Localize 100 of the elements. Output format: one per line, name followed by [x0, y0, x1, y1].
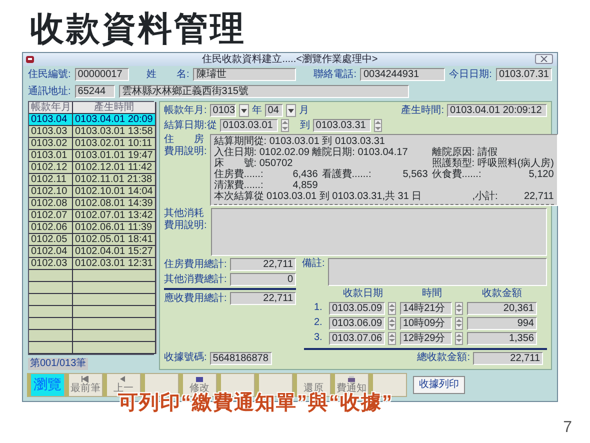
text-field[interactable]: 0034244931 [360, 68, 446, 81]
spinner-button[interactable] [388, 302, 396, 314]
record-list[interactable] [28, 101, 154, 355]
list-row[interactable]: 0102.04 0102.04.01 15:27 [29, 246, 156, 258]
text-field[interactable]: 陳璿世 [193, 68, 296, 81]
dropdown-button[interactable] [286, 104, 296, 117]
down-arrow-icon [282, 126, 288, 130]
amount-field[interactable]: 22,711 [473, 352, 543, 364]
table-cell: 0102.06.01 11:39 [73, 222, 156, 233]
amount-field[interactable]: 20,361 [467, 302, 537, 314]
dropdown-button[interactable] [238, 104, 249, 117]
field-label: 今日日期: [449, 68, 492, 80]
year-field[interactable]: 0103 [210, 104, 236, 117]
spinner-button[interactable] [374, 119, 382, 132]
list-row[interactable]: 0103.02 0103.02.01 10:11 [29, 138, 156, 150]
field-label: 通訊地址: [28, 86, 71, 98]
up-arrow-icon [456, 304, 462, 307]
spinner-button[interactable] [455, 302, 463, 314]
column-header: 收款日期 [342, 288, 384, 300]
spinner-button[interactable] [388, 316, 396, 330]
fee-label: 清潔費......: [214, 180, 264, 191]
fee-label: 伙食費......: [432, 169, 482, 180]
field-label: 到 [300, 120, 310, 132]
field-label: 備註: [302, 258, 325, 270]
table-cell: 0102.05 [29, 234, 73, 245]
time-field[interactable]: 10時09分 [400, 316, 452, 330]
down-arrow-icon [456, 324, 462, 328]
table-cell: 0102.06 [29, 222, 73, 233]
list-row[interactable]: 0102.06 0102.06.01 11:39 [29, 222, 156, 234]
unit-label: 年 [252, 104, 262, 116]
amount-field[interactable]: 0 [230, 273, 296, 286]
slide-title: 收款資料管理 [30, 12, 246, 46]
month-field[interactable]: 04 [264, 104, 283, 117]
date-field[interactable]: 0103.06.09 [329, 316, 385, 330]
address-field[interactable]: 雲林縣水林鄉正義西街315號 [118, 85, 409, 98]
table-cell: 0102.12 [29, 162, 73, 173]
amount-field[interactable]: 22,711 [230, 258, 296, 271]
amount-field[interactable]: 22,711 [230, 292, 296, 305]
list-row[interactable]: 0102.11 0102.11.01 21:38 [29, 174, 156, 186]
description-box[interactable] [211, 208, 547, 256]
close-button[interactable] [535, 54, 553, 64]
up-arrow-icon [282, 121, 288, 124]
spinner-button[interactable] [455, 332, 463, 344]
list-row[interactable]: 0102.03 0102.03.01 12:31 [29, 258, 156, 270]
zip-field[interactable]: 65244 [74, 85, 115, 98]
amount-value: 5,563 [402, 169, 428, 180]
table-cell: 0102.07.01 13:42 [73, 210, 156, 221]
list-row[interactable]: 0102.12 0102.12.01 11:42 [29, 162, 156, 174]
printer-icon [347, 376, 356, 383]
field-label: 姓 名: [146, 68, 190, 80]
scrollbar[interactable] [156, 102, 157, 354]
unit-label: 月 [298, 104, 309, 116]
row-number: 1. [314, 302, 324, 314]
field-label: 總收款金額: [417, 352, 470, 364]
amount-field[interactable]: 994 [467, 316, 537, 330]
date-field[interactable]: 0103.03.31 [312, 119, 371, 132]
list-row[interactable]: 0103.01 0103.01.01 19:47 [29, 150, 156, 162]
amount-field[interactable]: 1,356 [467, 332, 537, 344]
spinner-button[interactable] [455, 316, 463, 330]
list-row[interactable]: 0102.05 0102.05.01 18:41 [29, 234, 156, 246]
window-title: 住民收款資料建立.....<瀏覽作業處理中> [202, 54, 378, 66]
up-arrow-icon [389, 318, 395, 322]
field-label: 住民編號: [28, 68, 71, 80]
column-header[interactable]: 帳款年月 [29, 102, 73, 113]
text-field[interactable]: 0103.04.01 20:09:12 [447, 104, 547, 117]
time-field[interactable]: 14時21分 [400, 302, 452, 314]
spinner-button[interactable] [388, 332, 396, 344]
column-header[interactable]: 產生時間 [73, 102, 156, 113]
print-receipt-button[interactable]: 收據列印 [413, 376, 465, 394]
remark-box[interactable] [328, 258, 547, 286]
down-arrow-icon [374, 126, 381, 130]
column-header: 收款金額 [481, 288, 523, 300]
text-field[interactable]: 0103.07.31 [496, 68, 552, 81]
table-cell: 0103.01 [29, 150, 73, 161]
table-cell: 0103.03.01 13:58 [73, 126, 156, 137]
description-text: 本次結算從 0103.03.01 到 0103.03.31,共 31 日 [214, 191, 423, 202]
field-label: 住房費用總計: [164, 258, 227, 270]
field-label: 帳款年月: [164, 104, 207, 116]
down-arrow-icon [456, 339, 462, 342]
fee-label: 住房費......: [214, 169, 264, 180]
date-field[interactable]: 0103.05.09 [329, 302, 385, 314]
table-cell: 0102.07 [29, 210, 73, 221]
time-field[interactable]: 12時29分 [400, 332, 452, 344]
row-number: 3. [314, 332, 324, 344]
list-row[interactable]: 0103.04 0103.04.01 20:09 [29, 114, 156, 126]
subtotal-label: ,小計: [471, 191, 498, 202]
date-field[interactable]: 0103.03.01 [220, 119, 278, 132]
receipt-number-field[interactable]: 5648186878 [210, 352, 272, 364]
date-field[interactable]: 0103.07.06 [329, 332, 385, 344]
table-cell: 0102.10.01 14:04 [73, 186, 156, 197]
description-text: 入住日期: 0102.02.09 離院日期: 0103.04.17 [214, 147, 409, 158]
table-cell: 0102.05.01 18:41 [73, 234, 156, 245]
column-header: 時間 [421, 288, 443, 300]
field-label: 收據號碼: [164, 352, 207, 364]
list-row[interactable]: 0102.10 0102.10.01 14:04 [29, 186, 156, 198]
table-cell: 0103.02.01 10:11 [73, 138, 156, 149]
page-number: 7 [563, 418, 572, 437]
toolbar-button[interactable]: 最前筆 [65, 372, 103, 396]
list-row[interactable]: 0102.07 0102.07.01 13:42 [29, 210, 156, 222]
text-field[interactable]: 00000017 [74, 68, 129, 81]
